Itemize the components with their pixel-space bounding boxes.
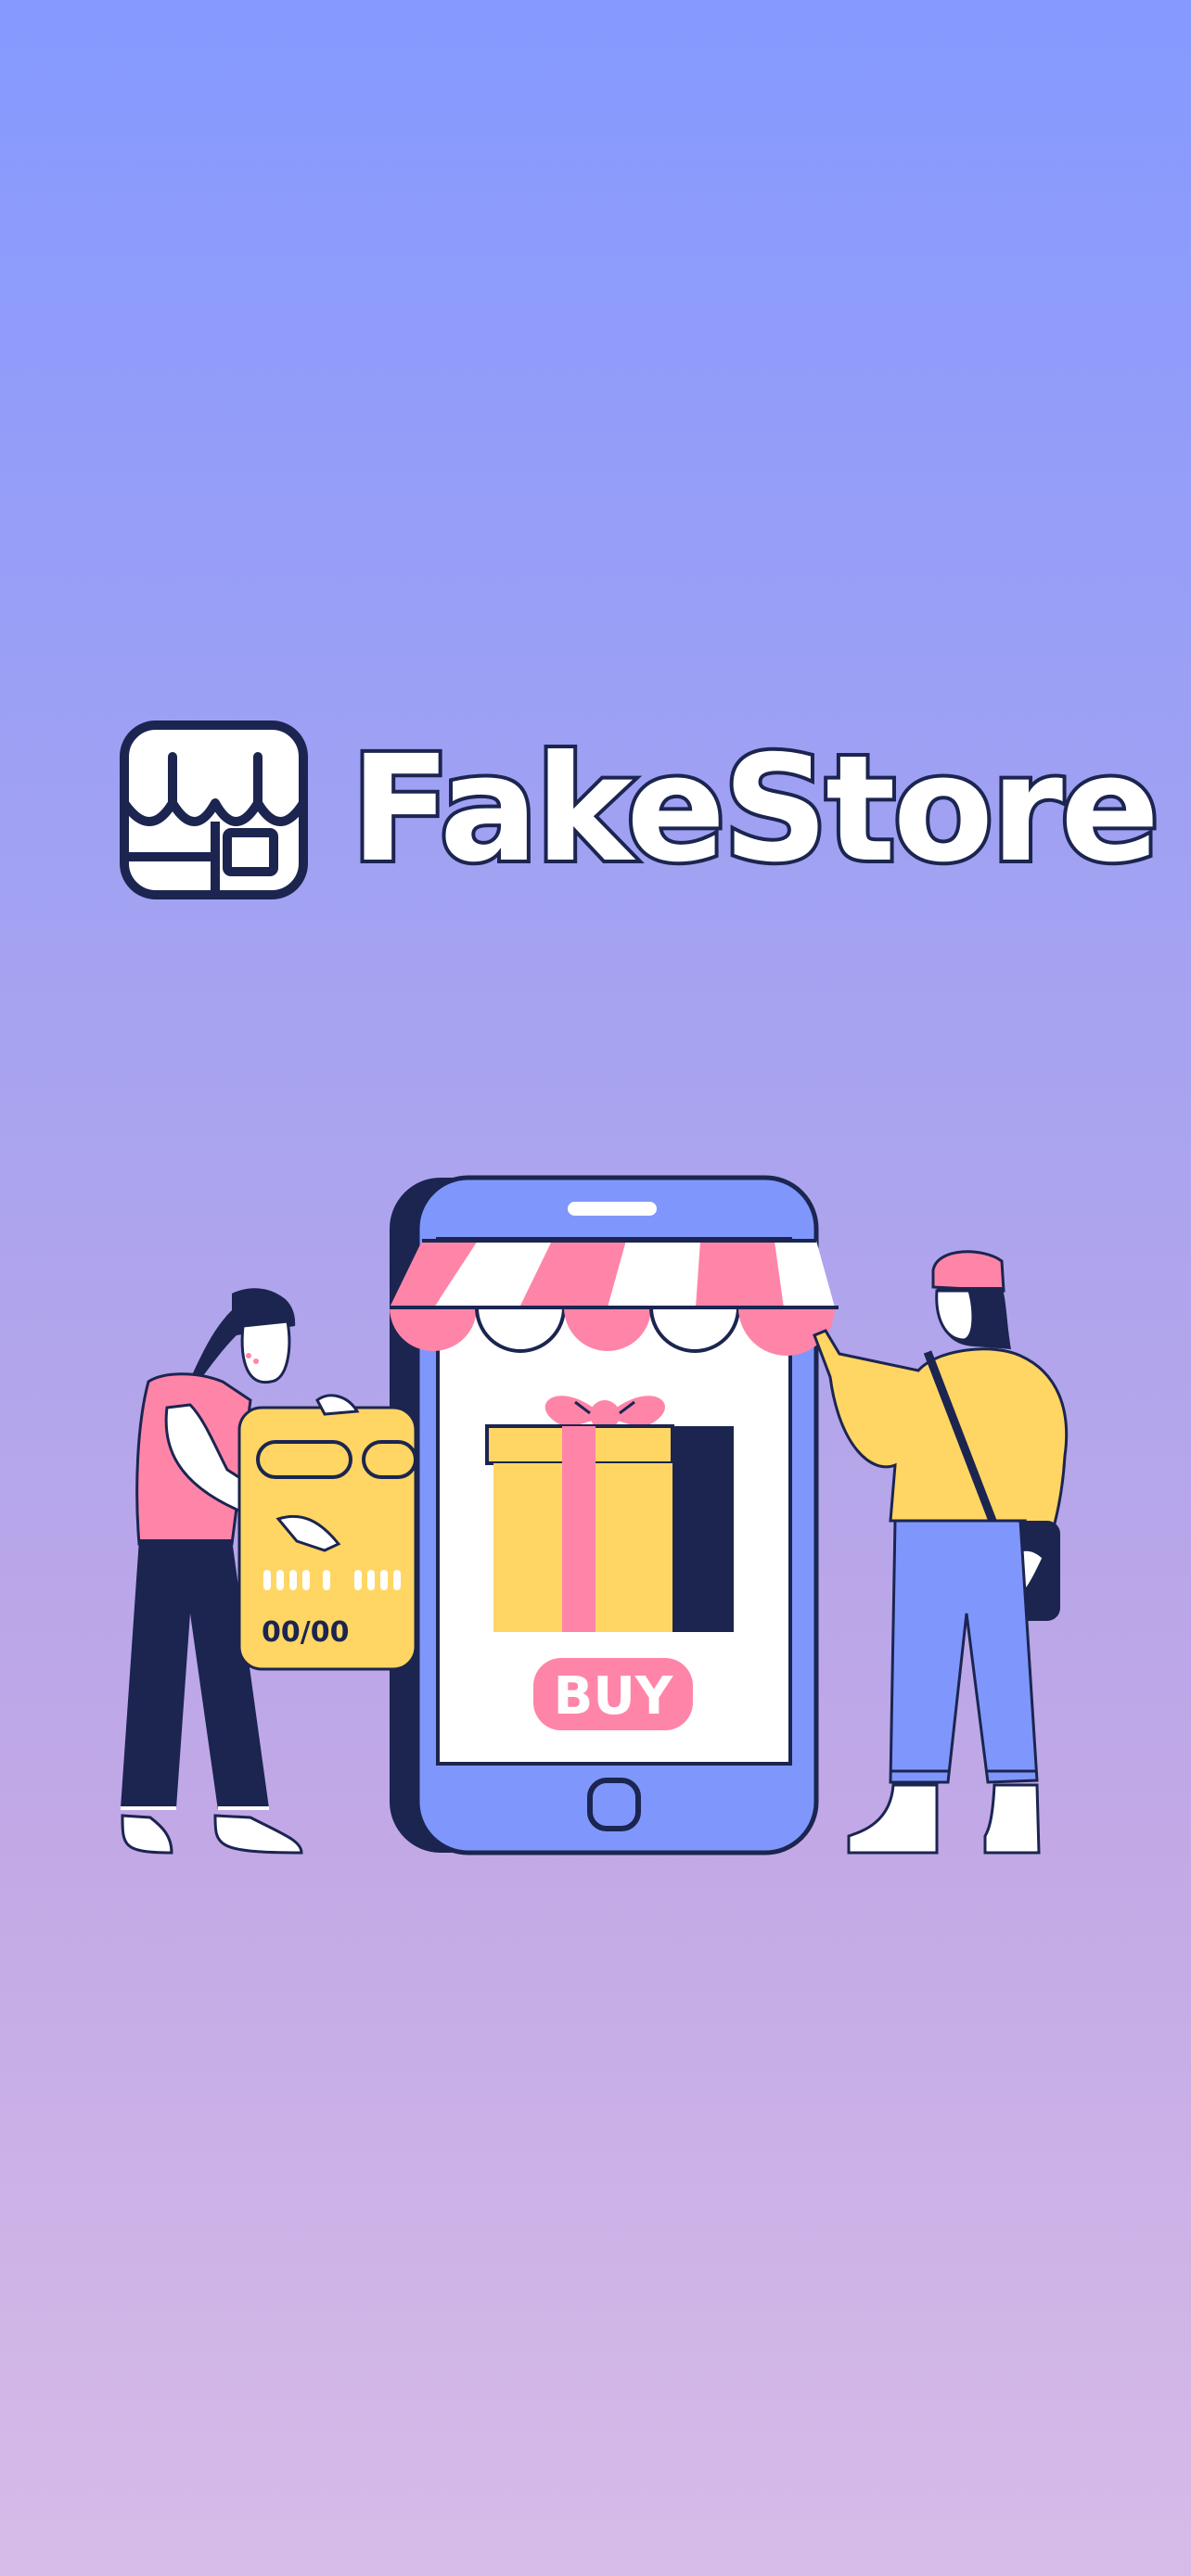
card-number-fragment: 00/00	[262, 1616, 349, 1649]
shopping-illustration: BUY 00/00	[121, 1175, 1069, 1855]
storefront-awning-icon	[390, 1239, 839, 1356]
buy-badge: BUY	[533, 1658, 693, 1730]
splash-screen: FakeStore BUY 00/00	[0, 0, 1191, 2576]
buy-badge-label: BUY	[554, 1666, 674, 1727]
gift-box-icon	[485, 1396, 734, 1632]
right-shopper-figure	[813, 1250, 1069, 1855]
